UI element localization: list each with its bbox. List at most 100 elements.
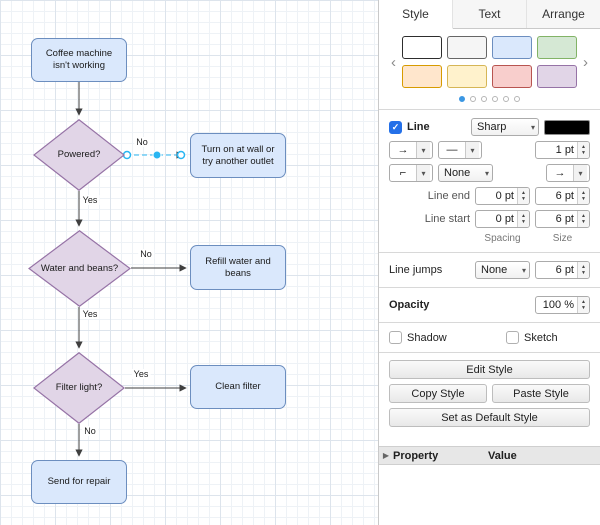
style-presets-section: ‹ › [379, 29, 600, 110]
stepper-arrows-icon[interactable]: ▲▼ [577, 211, 589, 227]
edge-label-no[interactable]: No [134, 137, 150, 147]
node-powered[interactable]: Powered? [33, 119, 125, 191]
tab-arrange[interactable]: Arrange [527, 0, 600, 28]
diagram-canvas[interactable]: Coffee machine isn't working Powered? Tu… [0, 0, 379, 525]
tab-style[interactable]: Style [379, 0, 453, 29]
edge-label-yes[interactable]: Yes [81, 309, 100, 319]
style-preset-swatch[interactable] [537, 36, 577, 59]
node-water-beans[interactable]: Water and beans? [28, 230, 131, 307]
line-jumps-size-stepper[interactable]: 6 pt ▲▼ [535, 261, 590, 279]
line-end-spacing-stepper[interactable]: 0 pt ▲▼ [475, 187, 530, 205]
paste-style-button[interactable]: Paste Style [492, 384, 590, 403]
edge-waypoint-handle[interactable] [153, 151, 161, 159]
stepper-arrows-icon[interactable]: ▲▼ [577, 297, 589, 313]
shadow-label: Shadow [407, 332, 447, 344]
edit-style-button[interactable]: Edit Style [389, 360, 590, 379]
line-section: ✓ Line Sharp ▾ → ▾ — ▾ 1 pt [379, 110, 600, 253]
style-preset-swatch[interactable] [402, 65, 442, 88]
preset-page-dots [389, 96, 590, 102]
set-default-style-button[interactable]: Set as Default Style [389, 408, 590, 427]
format-tabs: Style Text Arrange [379, 0, 600, 29]
presets-prev-icon[interactable]: ‹ [389, 55, 398, 70]
arrow-icon: → [547, 165, 574, 181]
drawio-app: Coffee machine isn't working Powered? Tu… [0, 0, 600, 525]
line-end-size-value: 6 pt [536, 188, 577, 204]
shadow-checkbox[interactable] [389, 331, 402, 344]
property-column-header: Property [393, 450, 488, 462]
spacing-column-label: Spacing [475, 233, 530, 244]
node-filter-light[interactable]: Filter light? [33, 352, 125, 424]
preset-row-2 [402, 65, 577, 88]
line-color-button[interactable] [544, 120, 590, 135]
copy-style-button[interactable]: Copy Style [389, 384, 487, 403]
expand-caret-icon[interactable]: ▶ [379, 451, 393, 460]
edge-label-yes[interactable]: Yes [132, 369, 151, 379]
line-start-size-stepper[interactable]: 6 pt ▲▼ [535, 210, 590, 228]
line-start-spacing-value: 0 pt [476, 211, 517, 227]
edge-label-no[interactable]: No [138, 249, 154, 259]
connection-arrow-combo[interactable]: → ▾ [389, 141, 433, 159]
line-sharp-value: Sharp [477, 121, 506, 133]
style-preset-swatch[interactable] [402, 36, 442, 59]
style-preset-swatch[interactable] [492, 36, 532, 59]
stepper-arrows-icon[interactable]: ▲▼ [577, 188, 589, 204]
size-column-label: Size [535, 233, 590, 244]
edge-label-yes[interactable]: Yes [81, 195, 100, 205]
edge-target-handle[interactable] [178, 152, 185, 159]
node-turn-on-wall[interactable]: Turn on at wall or try another outlet [190, 133, 286, 178]
dropdown-icon: ▾ [531, 123, 535, 132]
dropdown-icon: ▾ [574, 165, 587, 181]
node-send-repair[interactable]: Send for repair [31, 460, 127, 504]
line-sharp-select[interactable]: Sharp ▾ [471, 118, 539, 136]
dropdown-icon: ▾ [466, 142, 479, 158]
line-jumps-size-value: 6 pt [536, 262, 577, 278]
arrow-end-combo[interactable]: → ▾ [546, 164, 590, 182]
sketch-checkbox[interactable] [506, 331, 519, 344]
effects-section: Shadow Sketch [379, 323, 600, 353]
page-dot[interactable] [503, 96, 509, 102]
edge-label-no[interactable]: No [82, 426, 98, 436]
node-coffee-machine[interactable]: Coffee machine isn't working [31, 38, 127, 82]
line-width-stepper[interactable]: 1 pt ▲▼ [535, 141, 590, 159]
opacity-value: 100 % [536, 297, 577, 313]
node-label: Clean filter [215, 381, 260, 393]
node-clean-filter[interactable]: Clean filter [190, 365, 286, 409]
connector-select[interactable]: None ▾ [438, 164, 493, 182]
node-label: Powered? [58, 149, 101, 161]
line-jumps-label: Line jumps [389, 264, 470, 276]
stepper-arrows-icon[interactable]: ▲▼ [577, 262, 589, 278]
value-column-header: Value [488, 450, 517, 462]
line-style-combo[interactable]: — ▾ [438, 141, 482, 159]
page-dot[interactable] [514, 96, 520, 102]
style-preset-swatch[interactable] [447, 65, 487, 88]
sketch-label: Sketch [524, 332, 558, 344]
waypoints-combo[interactable]: ⌐ ▾ [389, 164, 433, 182]
style-preset-swatch[interactable] [447, 36, 487, 59]
waypoint-icon: ⌐ [390, 165, 417, 181]
tab-text[interactable]: Text [453, 0, 527, 28]
line-end-size-stepper[interactable]: 6 pt ▲▼ [535, 187, 590, 205]
line-jumps-select[interactable]: None ▾ [475, 261, 530, 279]
line-jumps-value: None [481, 264, 507, 276]
page-dot[interactable] [459, 96, 465, 102]
style-preset-swatch[interactable] [537, 65, 577, 88]
line-end-spacing-value: 0 pt [476, 188, 517, 204]
style-buttons-section: Edit Style Copy Style Paste Style Set as… [379, 353, 600, 434]
page-dot[interactable] [492, 96, 498, 102]
style-preset-swatch[interactable] [492, 65, 532, 88]
line-label: Line [407, 121, 466, 133]
stepper-arrows-icon[interactable]: ▲▼ [577, 142, 589, 158]
format-panel: Style Text Arrange ‹ › ✓ Line Sharp [379, 0, 600, 525]
page-dot[interactable] [481, 96, 487, 102]
line-checkbox[interactable]: ✓ [389, 121, 402, 134]
stepper-arrows-icon[interactable]: ▲▼ [517, 211, 529, 227]
arrow-icon: → [390, 142, 417, 158]
node-refill[interactable]: Refill water and beans [190, 245, 286, 290]
dropdown-icon: ▾ [485, 169, 489, 178]
opacity-stepper[interactable]: 100 % ▲▼ [535, 296, 590, 314]
stepper-arrows-icon[interactable]: ▲▼ [517, 188, 529, 204]
page-dot[interactable] [470, 96, 476, 102]
line-start-spacing-stepper[interactable]: 0 pt ▲▼ [475, 210, 530, 228]
line-jumps-section: Line jumps None ▾ 6 pt ▲▼ [379, 253, 600, 288]
presets-next-icon[interactable]: › [581, 55, 590, 70]
